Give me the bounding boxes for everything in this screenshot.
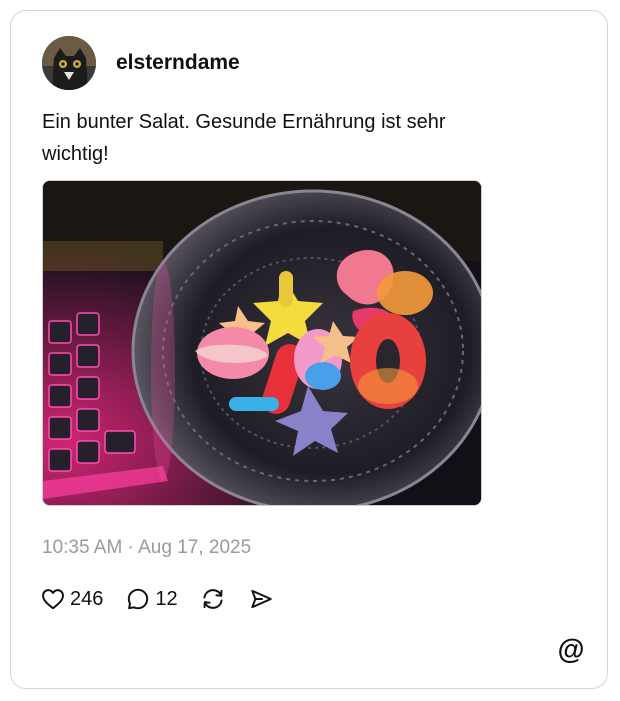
repost-icon <box>200 586 226 612</box>
threads-logo-icon[interactable]: @ <box>556 633 586 664</box>
post-timestamp[interactable]: 10:35 AM · Aug 17, 2025 <box>42 537 251 559</box>
share-button[interactable] <box>248 586 274 612</box>
username[interactable]: elsterndame <box>116 51 240 75</box>
send-icon <box>248 586 274 612</box>
comment-bubble-icon <box>125 586 151 612</box>
avatar[interactable] <box>42 36 96 90</box>
post-text: Ein bunter Salat. Gesunde Ernährung ist … <box>42 111 446 165</box>
svg-text:@: @ <box>558 634 585 664</box>
heart-icon <box>40 586 66 612</box>
like-count: 246 <box>70 587 104 610</box>
action-bar: 246 12 <box>40 584 296 614</box>
repost-button[interactable] <box>200 586 226 612</box>
post-image[interactable] <box>42 180 482 506</box>
like-button[interactable]: 246 <box>40 586 103 612</box>
reply-count: 12 <box>155 587 178 610</box>
reply-button[interactable]: 12 <box>125 586 178 612</box>
